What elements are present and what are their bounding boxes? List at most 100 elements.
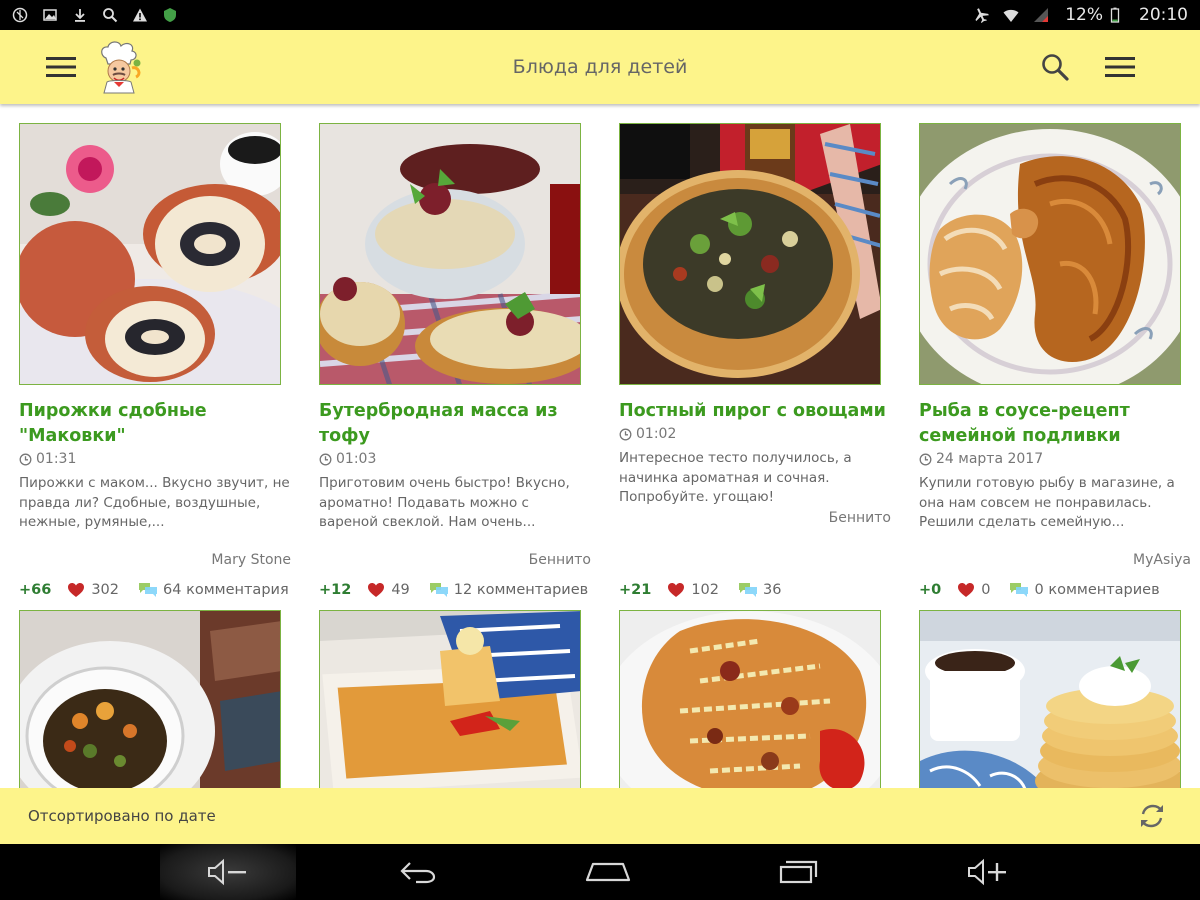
comments-icon [1010, 583, 1029, 597]
recipe-photo[interactable] [19, 123, 281, 385]
shield-icon [164, 8, 176, 22]
recipe-photo[interactable] [919, 610, 1181, 788]
recipe-score: +21 [619, 581, 652, 598]
comments-count: 64 комментария [163, 581, 289, 598]
app-bar: Блюда для детей [0, 30, 1200, 104]
recipe-score: +0 [919, 581, 942, 598]
comments-count: 0 комментариев [1034, 581, 1160, 598]
clock-icon [19, 453, 32, 465]
volume-up-button[interactable] [928, 844, 1048, 900]
recents-button[interactable] [738, 844, 858, 900]
recipe-photo[interactable] [919, 123, 1181, 385]
comments-icon [139, 583, 158, 597]
recipe-stats: +12 49 12 комментариев [319, 581, 599, 598]
recipe-excerpt: Приготовим очень быстро! Вкусно, ароматн… [319, 475, 570, 530]
recipe-time-text: 01:31 [36, 451, 77, 467]
recipe-title[interactable]: Постный пирог с овощами [619, 399, 889, 424]
refresh-icon [1141, 804, 1163, 828]
recipe-photo[interactable] [619, 123, 881, 385]
recipe-title[interactable]: Бутербродная масса из тофу [319, 399, 589, 449]
menu-button[interactable] [44, 52, 78, 82]
recipe-author[interactable]: MyAsiya [919, 552, 1191, 568]
likes-counter[interactable]: 302 [67, 582, 119, 598]
casserole-image [320, 611, 580, 788]
recipe-stats: +66 302 64 комментария [19, 581, 299, 598]
chef-logo[interactable] [92, 40, 146, 94]
status-system: 12% 20:10 [973, 5, 1188, 25]
overflow-menu-button[interactable] [1103, 52, 1137, 82]
recipe-photo[interactable] [19, 610, 281, 788]
refresh-button[interactable] [1136, 800, 1168, 832]
page-title: Блюда для детей [512, 56, 688, 78]
soup-image [20, 611, 280, 788]
back-button[interactable] [358, 844, 478, 900]
overflow-menu-icon [1105, 57, 1135, 77]
home-icon [585, 862, 631, 882]
recipe-feed[interactable]: Пирожки сдобные "Маковки" 01:31 Пирожки … [0, 104, 1200, 788]
search-button[interactable] [1038, 50, 1072, 84]
recipe-excerpt: Пирожки с маком... Вкусно звучит, не пра… [19, 475, 290, 530]
status-notifications [12, 7, 178, 23]
sort-label[interactable]: Отсортировано по дате [28, 807, 216, 825]
comments-counter[interactable]: 64 комментария [137, 581, 289, 598]
signal-icon [1034, 8, 1049, 22]
recipe-score: +66 [19, 581, 52, 598]
recipe-card[interactable] [319, 610, 599, 788]
airplane-icon [975, 8, 990, 23]
recipe-time-text: 01:03 [336, 451, 377, 467]
menu-icon [46, 57, 76, 77]
recipe-photo[interactable] [619, 610, 881, 788]
comments-counter[interactable]: 0 комментариев [1008, 581, 1160, 598]
likes-count: 0 [981, 581, 991, 598]
volume-down-button[interactable] [160, 844, 296, 900]
warning-icon [133, 8, 147, 22]
recipe-stats: +0 0 0 комментариев [919, 581, 1199, 598]
likes-count: 102 [691, 581, 720, 598]
recipe-author[interactable]: Беннито [319, 552, 591, 568]
heart-icon [958, 582, 975, 597]
search-status-icon [103, 8, 118, 23]
likes-counter[interactable]: 102 [667, 582, 719, 598]
battery-percent: 12% [1065, 5, 1103, 25]
sort-bar: Отсортировано по дате [0, 788, 1200, 844]
chef-logo-icon [101, 41, 141, 94]
search-icon [1042, 54, 1069, 81]
status-bar: 12% 20:10 [0, 0, 1200, 30]
likes-counter[interactable]: 0 [957, 582, 990, 598]
recipe-author[interactable]: Беннито [619, 510, 891, 526]
poppy-seed-buns-image [20, 124, 280, 384]
comments-count: 36 [763, 581, 782, 598]
comments-counter[interactable]: 36 [737, 581, 781, 598]
recipe-score: +12 [319, 581, 352, 598]
recipe-card[interactable]: Постный пирог с овощами 01:02 Интересное… [619, 123, 899, 603]
recipe-photo[interactable] [319, 610, 581, 788]
recipe-excerpt: Интересное тесто получилось, а начинка а… [619, 450, 852, 505]
recipe-card[interactable] [619, 610, 899, 788]
comments-count: 12 комментариев [453, 581, 589, 598]
recipe-photo[interactable] [319, 123, 581, 385]
likes-counter[interactable]: 49 [367, 582, 410, 598]
recipe-title[interactable]: Рыба в соусе-рецепт семейной подливки [919, 399, 1189, 449]
volume-down-icon [208, 858, 246, 886]
pancakes-image [920, 611, 1180, 788]
cheese-bake-image [620, 611, 880, 788]
recipe-author[interactable]: Mary Stone [19, 552, 291, 568]
recipe-card[interactable] [919, 610, 1199, 788]
recipe-card[interactable] [19, 610, 299, 788]
recipe-time: 24 марта 2017 [919, 451, 1043, 467]
heart-icon [68, 582, 85, 597]
recipe-card[interactable]: Пирожки сдобные "Маковки" 01:31 Пирожки … [19, 123, 299, 603]
recipe-card[interactable]: Бутербродная масса из тофу 01:03 Пригото… [319, 123, 599, 603]
heart-icon [368, 582, 385, 597]
home-button[interactable] [548, 844, 668, 900]
clock-icon [619, 428, 632, 440]
vegetable-pie-image [620, 124, 880, 384]
clock-icon [919, 453, 932, 465]
recipe-time: 01:02 [619, 426, 676, 442]
recipe-title[interactable]: Пирожки сдобные "Маковки" [19, 399, 289, 449]
recipe-card[interactable]: Рыба в соусе-рецепт семейной подливки 24… [919, 123, 1199, 603]
comments-counter[interactable]: 12 комментариев [428, 581, 588, 598]
fish-in-sauce-image [920, 124, 1180, 384]
back-icon [400, 862, 436, 884]
likes-count: 302 [91, 581, 120, 598]
